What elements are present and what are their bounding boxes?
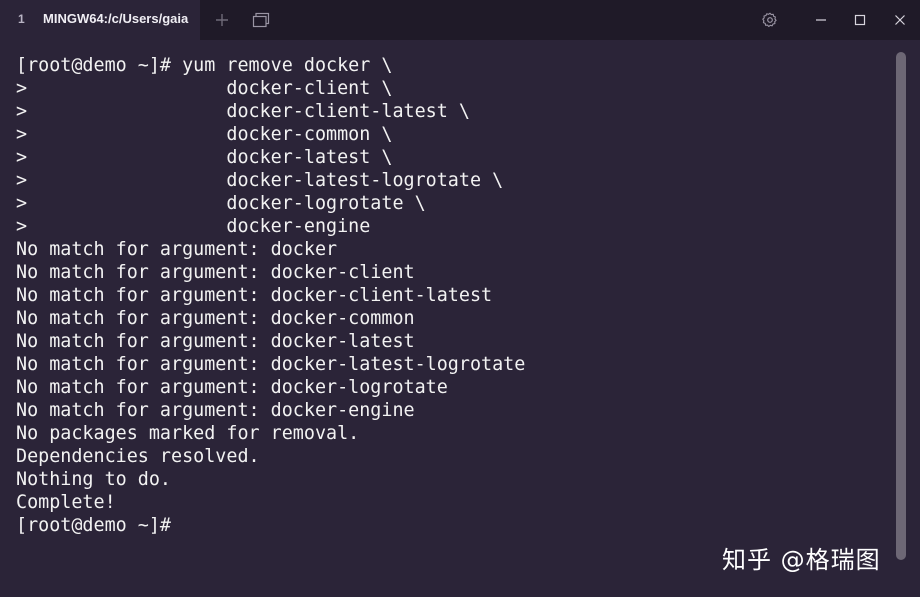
split-pane-icon: [252, 12, 270, 28]
terminal-line: Dependencies resolved.: [16, 446, 260, 467]
maximize-icon: [854, 14, 866, 26]
gear-icon: [762, 12, 778, 28]
terminal-line: No match for argument: docker-client-lat…: [16, 285, 493, 306]
terminal-line: > docker-latest-logrotate \: [16, 170, 504, 191]
maximize-button[interactable]: [848, 8, 872, 32]
terminal-line: No match for argument: docker-logrotate: [16, 377, 448, 398]
split-pane-button[interactable]: [249, 8, 273, 32]
tab-mingw64[interactable]: 1 MINGW64:/c/Users/gaia: [0, 0, 200, 40]
terminal-line: > docker-client-latest \: [16, 101, 470, 122]
minimize-icon: [815, 14, 827, 26]
terminal-line: > docker-logrotate \: [16, 193, 426, 214]
terminal-line: [root@demo ~]#: [16, 515, 172, 536]
terminal-line: No match for argument: docker-common: [16, 308, 415, 329]
close-button[interactable]: [888, 8, 912, 32]
terminal-line: No match for argument: docker: [16, 239, 338, 260]
terminal-line: Nothing to do.: [16, 469, 172, 490]
scrollbar-thumb[interactable]: [896, 52, 906, 560]
terminal-line: > docker-engine: [16, 216, 371, 237]
new-tab-button[interactable]: [210, 8, 234, 32]
terminal-output[interactable]: [root@demo ~]# yum remove docker \ > dock…: [16, 54, 886, 584]
terminal-window: 1 MINGW64:/c/Users/gaia [root@demo ~]# y…: [0, 0, 920, 597]
scrollbar-track[interactable]: [896, 52, 906, 560]
close-icon: [894, 14, 906, 26]
terminal-line: No match for argument: docker-latest: [16, 331, 415, 352]
terminal-line: No match for argument: docker-engine: [16, 400, 415, 421]
tab-index: 1: [18, 12, 25, 26]
terminal-line: > docker-client \: [16, 78, 393, 99]
terminal-line: > docker-latest \: [16, 147, 393, 168]
settings-button[interactable]: [758, 8, 782, 32]
minimize-button[interactable]: [809, 8, 833, 32]
terminal-line: No packages marked for removal.: [16, 423, 360, 444]
terminal-line: [root@demo ~]# yum remove docker \: [16, 55, 393, 76]
terminal-line: > docker-common \: [16, 124, 393, 145]
terminal-line: No match for argument: docker-latest-log…: [16, 354, 526, 375]
plus-icon: [215, 13, 229, 27]
tab-title: MINGW64:/c/Users/gaia: [43, 11, 189, 26]
terminal-line: No match for argument: docker-client: [16, 262, 415, 283]
watermark: 知乎 @格瑞图: [722, 546, 881, 574]
terminal-line: Complete!: [16, 492, 116, 513]
title-bar: 1 MINGW64:/c/Users/gaia: [0, 0, 920, 40]
